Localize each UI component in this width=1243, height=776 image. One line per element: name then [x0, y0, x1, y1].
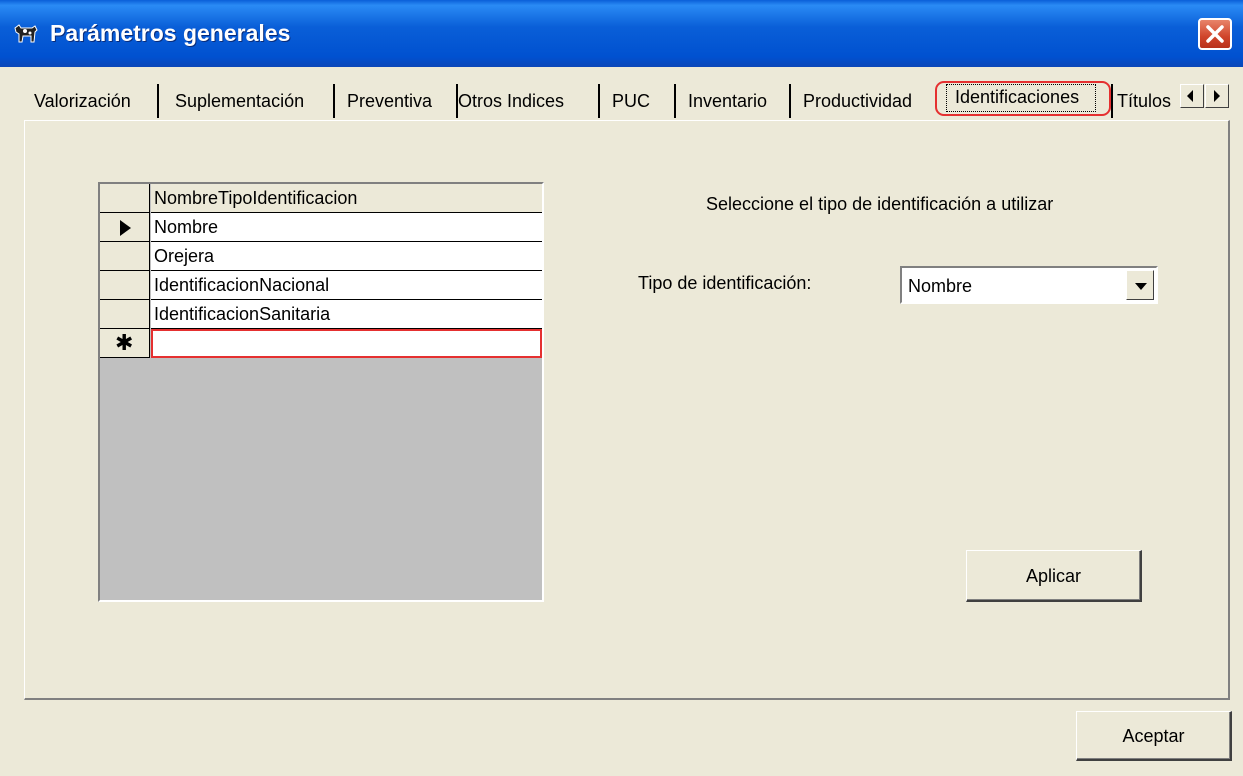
selected-value: Nombre	[908, 276, 973, 296]
arrow-left-icon	[1187, 90, 1193, 102]
identification-types-grid[interactable]: NombreTipoIdentificacion Nombre Orejera …	[98, 182, 544, 602]
tab-identificaciones[interactable]: Identificaciones	[947, 80, 1110, 118]
identification-type-select[interactable]: Nombre	[900, 266, 1158, 304]
row-selector[interactable]	[100, 213, 150, 242]
column-header[interactable]: NombreTipoIdentificacion	[151, 184, 542, 213]
title-bar[interactable]: Parámetros generales	[0, 0, 1243, 67]
dropdown-button[interactable]	[1126, 270, 1154, 300]
close-icon	[1206, 25, 1224, 43]
table-row[interactable]: Nombre	[100, 213, 542, 242]
window-title: Parámetros generales	[50, 20, 291, 46]
identification-type-label: Tipo de identificación:	[638, 273, 812, 293]
close-button[interactable]	[1198, 18, 1232, 50]
grid-header-row: NombreTipoIdentificacion	[100, 184, 542, 213]
row-selector[interactable]	[100, 242, 150, 271]
accept-button[interactable]: Aceptar	[1076, 711, 1232, 761]
grid-cell[interactable]: Nombre	[151, 213, 542, 242]
tab-puc[interactable]: PUC	[606, 84, 676, 118]
grid-cell[interactable]: Orejera	[151, 242, 542, 271]
tab-otros-indices[interactable]: Otros Indices	[452, 84, 600, 118]
new-row-icon: ✱	[115, 330, 134, 355]
tab-scroll-left-button[interactable]	[1180, 84, 1204, 108]
row-selector[interactable]: ✱	[100, 329, 150, 358]
apply-button[interactable]: Aplicar	[966, 550, 1142, 602]
table-row[interactable]: Orejera	[100, 242, 542, 271]
row-selector[interactable]	[100, 271, 150, 300]
chevron-down-icon	[1135, 283, 1147, 290]
tab-inventario[interactable]: Inventario	[682, 84, 791, 118]
tab-preventiva[interactable]: Preventiva	[341, 84, 458, 118]
grid-cell[interactable]: IdentificacionSanitaria	[151, 300, 542, 329]
arrow-right-icon	[1214, 90, 1220, 102]
grid-corner-cell[interactable]	[100, 184, 150, 213]
table-row[interactable]: IdentificacionNacional	[100, 271, 542, 300]
tab-scroll-right-button[interactable]	[1205, 84, 1229, 108]
cow-icon	[14, 24, 38, 43]
row-selector[interactable]	[100, 300, 150, 329]
grid-cell[interactable]: IdentificacionNacional	[151, 271, 542, 300]
new-row[interactable]: ✱	[100, 329, 542, 358]
instruction-text: Seleccione el tipo de identificación a u…	[706, 194, 1054, 214]
tab-productividad[interactable]: Productividad	[797, 84, 947, 118]
new-row-cell[interactable]	[151, 329, 542, 358]
tab-titulos[interactable]: Títulos	[1111, 84, 1180, 118]
current-row-icon	[120, 220, 131, 236]
tab-strip: Valorización Suplementación Preventiva O…	[28, 80, 1230, 118]
table-row[interactable]: IdentificacionSanitaria	[100, 300, 542, 329]
tab-suplementacion[interactable]: Suplementación	[169, 84, 335, 118]
tab-valorizacion[interactable]: Valorización	[28, 84, 159, 118]
